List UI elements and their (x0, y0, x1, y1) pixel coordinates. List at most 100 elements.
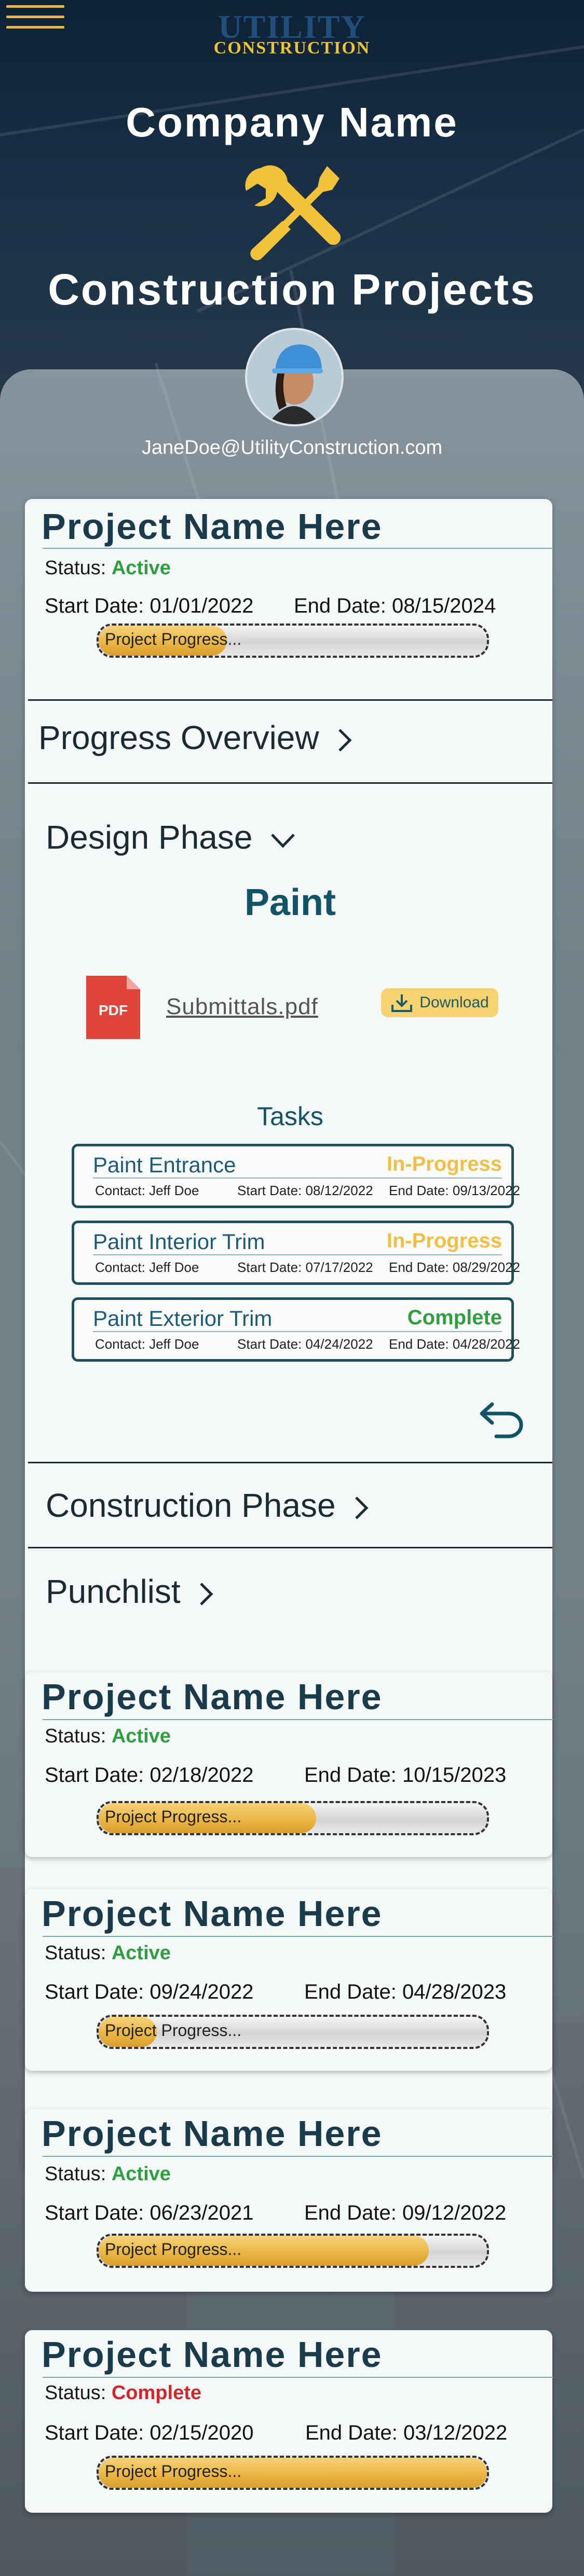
task-card[interactable]: Paint Entrance In-Progress Contact: Jeff… (72, 1144, 520, 1208)
task-status: In-Progress (386, 1229, 502, 1252)
logo-subtext: CONSTRUCTION (213, 38, 371, 58)
project-status: Status: Active (45, 1725, 171, 1747)
task-contact: Contact: Jeff Doe (95, 1336, 199, 1352)
divider (93, 1254, 502, 1255)
download-icon (391, 994, 413, 1012)
project-name: Project Name Here (42, 2113, 383, 2154)
task-status: Complete (407, 1306, 502, 1329)
project-progress-bar: Project Progress... (97, 2015, 489, 2049)
start-date-value: 09/24/2022 (150, 1981, 254, 2003)
status-badge: Active (111, 2163, 171, 2185)
project-card[interactable]: Project Name Here Status: Active Start D… (25, 1889, 553, 2071)
status-badge: Active (111, 1942, 171, 1964)
chevron-right-icon (355, 1497, 369, 1519)
project-dates: Start Date: 02/15/2020 End Date: 03/12/2… (45, 2421, 508, 2444)
end-date-value: 03/12/2022 (403, 2421, 508, 2444)
divider (93, 1178, 502, 1179)
section-title: Punchlist (46, 1573, 181, 1610)
chevron-right-icon (338, 729, 352, 752)
project-progress-bar: Project Progress... (97, 624, 489, 658)
start-date-label: Start Date: (45, 594, 144, 617)
progress-label: Project Progress... (105, 2240, 242, 2259)
task-end-date: End Date: 09/13/2022 (389, 1183, 521, 1198)
progress-label: Project Progress... (105, 2462, 242, 2481)
project-card[interactable]: Project Name Here Status: Active Start D… (25, 1672, 553, 1857)
task-status: In-Progress (386, 1153, 502, 1175)
status-label: Status: (45, 557, 106, 579)
project-status: Status: Active (45, 2163, 171, 2185)
status-badge: Active (111, 557, 171, 579)
project-progress-bar: Project Progress... (97, 1801, 489, 1835)
file-link[interactable]: Submittals.pdf (166, 994, 318, 1020)
project-dates: Start Date: 09/24/2022 End Date: 04/28/2… (45, 1981, 507, 2003)
page-title: Construction Projects (48, 265, 536, 314)
divider (43, 2377, 553, 2378)
user-photo (247, 330, 342, 424)
project-dates: Start Date: 06/23/2021 End Date: 09/12/2… (45, 2201, 507, 2224)
avatar[interactable] (245, 328, 344, 426)
tasks-heading: Tasks (257, 1102, 323, 1131)
project-status: Status: Active (45, 557, 171, 579)
undo-arrow-icon[interactable] (477, 1399, 526, 1438)
task-contact: Contact: Jeff Doe (95, 1183, 199, 1198)
divider (43, 1719, 553, 1720)
start-date-value: 02/15/2020 (150, 2421, 254, 2444)
start-date-value: 01/01/2022 (150, 594, 254, 617)
project-progress-bar: Project Progress... (97, 2234, 489, 2268)
section-construction-phase[interactable]: Construction Phase (28, 1462, 552, 1548)
progress-label: Project Progress... (105, 630, 242, 648)
task-end-date: End Date: 08/29/2022 (389, 1259, 521, 1275)
section-title: Design Phase (46, 819, 253, 856)
start-date-value: 02/18/2022 (150, 1764, 254, 1786)
hamburger-menu-icon[interactable] (6, 5, 64, 32)
task-start-date: Start Date: 04/24/2022 (237, 1336, 373, 1352)
progress-label: Project Progress... (105, 1807, 242, 1826)
project-card[interactable]: Project Name Here Status: Active Start D… (25, 2109, 553, 2292)
progress-label: Project Progress... (105, 2021, 242, 2040)
section-progress-overview[interactable]: Progress Overview (28, 699, 552, 784)
divider (93, 1331, 502, 1332)
task-name: Paint Exterior Trim (93, 1306, 273, 1331)
task-contact: Contact: Jeff Doe (95, 1259, 199, 1275)
end-date-value: 10/15/2023 (402, 1764, 507, 1786)
task-card[interactable]: Paint Interior Trim In-Progress Contact:… (72, 1221, 520, 1285)
status-badge: Active (111, 1725, 171, 1747)
task-end-date: End Date: 04/28/2022 (389, 1336, 521, 1352)
project-status: Status: Complete (45, 2382, 201, 2404)
end-date-value: 09/12/2022 (402, 2201, 507, 2224)
end-date-value: 08/15/2024 (392, 594, 496, 617)
project-name: Project Name Here (42, 1677, 383, 1717)
chevron-down-icon (271, 834, 295, 848)
divider (43, 1936, 553, 1937)
end-date-label: End Date: (294, 594, 386, 617)
project-progress-bar: Project Progress... (97, 2456, 489, 2490)
project-name: Project Name Here (42, 506, 383, 547)
task-start-date: Start Date: 07/17/2022 (237, 1259, 373, 1275)
task-name: Paint Entrance (93, 1153, 236, 1177)
company-logo: UTILITY CONSTRUCTION (202, 10, 382, 57)
project-name: Project Name Here (42, 2334, 383, 2375)
project-dates: Start Date: 02/18/2022 End Date: 10/15/2… (45, 1764, 507, 1786)
status-badge: Complete (111, 2382, 201, 2404)
task-name: Paint Interior Trim (93, 1229, 265, 1254)
task-card[interactable]: Paint Exterior Trim Complete Contact: Je… (72, 1297, 520, 1362)
section-design-phase[interactable]: Design Phase Paint PDF Submittals.pdf Do… (28, 782, 552, 1463)
end-date-value: 04/28/2023 (402, 1981, 507, 2003)
company-name: Company Name (126, 99, 458, 145)
user-email: JaneDoe@UtilityConstruction.com (141, 437, 443, 459)
chevron-right-icon (200, 1583, 214, 1605)
start-date-value: 06/23/2021 (150, 2201, 254, 2224)
section-title: Construction Phase (46, 1487, 336, 1524)
section-punchlist[interactable]: Punchlist (28, 1547, 552, 1642)
project-dates: Start Date: 01/01/2022 End Date: 08/15/2… (45, 594, 533, 618)
project-card[interactable]: Project Name Here Status: Complete Start… (25, 2330, 553, 2513)
pdf-file-icon[interactable]: PDF (86, 976, 140, 1039)
pdf-badge-label: PDF (99, 1002, 128, 1018)
project-name: Project Name Here (42, 1893, 383, 1934)
download-button[interactable]: Download (381, 988, 498, 1017)
divider (43, 548, 553, 549)
task-start-date: Start Date: 08/12/2022 (237, 1183, 373, 1198)
category-title: Paint (244, 882, 336, 923)
section-title: Progress Overview (38, 719, 319, 756)
wrench-screwdriver-icon (245, 165, 341, 260)
